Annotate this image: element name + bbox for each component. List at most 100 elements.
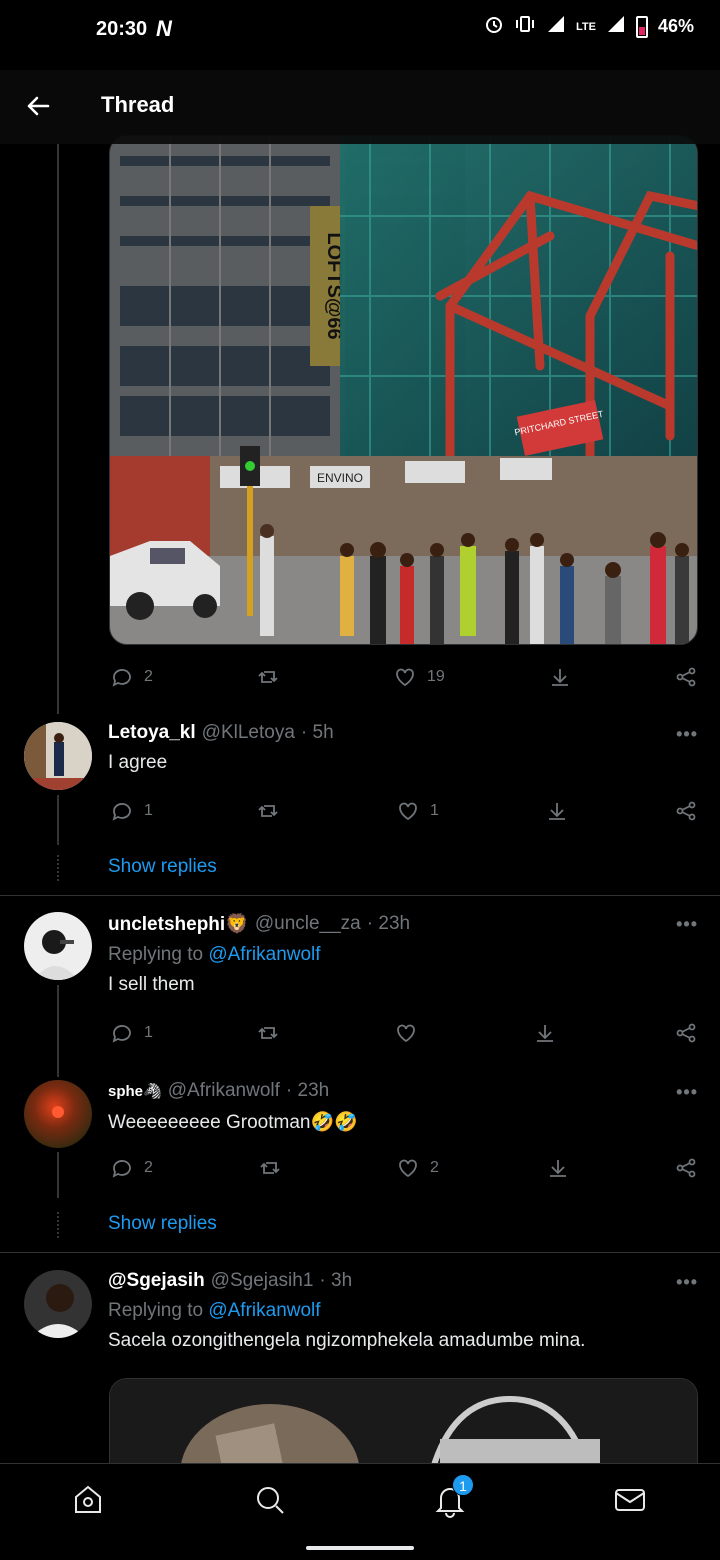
battery-percent: 46% (657, 16, 694, 36)
like-count: 1 (430, 802, 439, 819)
replying-to: Replying to @Afrikanwolf (108, 944, 698, 966)
main-tweet-actions: 2 19 (108, 662, 698, 692)
share-icon (676, 667, 696, 687)
more-share-button[interactable] (674, 799, 698, 823)
retweet-icon (258, 671, 278, 683)
reply-actions: 1 1 (108, 796, 698, 826)
replying-to: Replying to @Afrikanwolf (108, 1300, 698, 1322)
more-share-button[interactable] (674, 1156, 698, 1180)
download-icon (549, 803, 565, 820)
signal-icon (546, 14, 566, 39)
display-name[interactable]: sphe🦓 (108, 1082, 162, 1100)
reply-icon (112, 1160, 131, 1178)
share-button[interactable] (548, 665, 572, 689)
reply-button[interactable]: 1 (110, 1021, 153, 1045)
home-tab[interactable] (70, 1482, 110, 1522)
reply-tweet[interactable]: Letoya_kl @KlLetoya · 5h ••• I agree (108, 722, 698, 774)
like-button[interactable]: 1 (396, 799, 439, 823)
share-button[interactable] (546, 1156, 570, 1180)
retweet-icon (258, 805, 278, 817)
reply-count: 1 (144, 802, 153, 819)
like-button[interactable]: 2 (396, 1156, 439, 1180)
reply-icon (112, 1025, 131, 1043)
battery-icon (635, 15, 648, 38)
heart-icon (399, 802, 417, 821)
carrier-icon: N (156, 16, 172, 41)
reply-icon (112, 803, 131, 821)
retweet-button[interactable] (256, 665, 280, 689)
tweet-text: Sacela ozongithengela ngizomphekela amad… (108, 1330, 586, 1351)
messages-tab[interactable] (612, 1482, 652, 1522)
more-options-icon[interactable]: ••• (676, 914, 698, 935)
mention-link[interactable]: @Afrikanwolf (208, 944, 320, 965)
timestamp: · 23h (366, 913, 411, 934)
mention-link[interactable]: @Afrikanwolf (208, 1300, 320, 1321)
home-icon (75, 1485, 101, 1513)
thread-header: Thread (0, 70, 720, 144)
reply-count: 2 (144, 668, 153, 685)
timestamp: · 3h (319, 1270, 353, 1291)
display-name[interactable]: @Sgejasih (108, 1270, 205, 1292)
download-icon (550, 1160, 566, 1177)
heart-icon (396, 668, 414, 687)
tweet-text: I sell them (108, 974, 195, 995)
share-button[interactable] (545, 799, 569, 823)
show-replies-link[interactable]: Show replies (108, 1213, 217, 1235)
alarm-icon (484, 14, 504, 39)
reply-tweet[interactable]: uncletshephi🦁 @uncle__za · 23h ••• Reply… (108, 912, 698, 996)
status-bar: 20:30 N LTE 46% (0, 0, 720, 62)
timestamp: · 23h (285, 1080, 330, 1101)
more-share-button[interactable] (674, 1021, 698, 1045)
replying-to-label: Replying to (108, 944, 204, 965)
thread-line (57, 144, 59, 714)
envino-sign: ENVINO (317, 471, 363, 485)
retweet-button[interactable] (258, 1156, 282, 1180)
avatar[interactable] (24, 722, 92, 790)
mail-icon (615, 1489, 645, 1511)
more-share-button[interactable] (674, 665, 698, 689)
display-name[interactable]: uncletshephi🦁 (108, 912, 249, 936)
thread-line (57, 795, 59, 845)
page-title: Thread (101, 92, 175, 117)
retweet-button[interactable] (256, 799, 280, 823)
home-indicator[interactable] (306, 1546, 414, 1550)
like-count: 2 (430, 1159, 439, 1176)
download-icon (537, 1025, 553, 1042)
share-button[interactable] (533, 1021, 557, 1045)
show-replies-link[interactable]: Show replies (108, 856, 217, 878)
share-icon (676, 1158, 696, 1178)
reply-tweet[interactable]: sphe🦓 @Afrikanwolf · 23h ••• Weeeeeeeee … (108, 1080, 698, 1134)
reply-actions: 1 (108, 1018, 698, 1048)
back-arrow-icon[interactable] (22, 90, 54, 122)
retweet-button[interactable] (256, 1021, 280, 1045)
retweet-icon (258, 1027, 278, 1039)
tweet-text: Weeeeeeeee Grootman🤣🤣 (108, 1112, 358, 1133)
timestamp: · 5h (300, 722, 334, 743)
reply-count: 1 (144, 1024, 153, 1041)
vibrate-icon (514, 14, 536, 39)
tweet-photo[interactable]: LOFTS@66 PRITCHARD STREET ENVINO (109, 135, 698, 645)
like-button[interactable]: 19 (393, 665, 445, 689)
search-tab[interactable] (252, 1482, 292, 1522)
share-icon (676, 801, 696, 821)
reply-tweet[interactable]: @Sgejasih @Sgejasih1 · 3h ••• Replying t… (108, 1270, 698, 1352)
replying-to-label: Replying to (108, 1300, 204, 1321)
network-type: LTE (576, 20, 596, 33)
display-name[interactable]: Letoya_kl (108, 722, 196, 744)
avatar[interactable] (24, 1270, 92, 1338)
reply-button[interactable]: 1 (110, 799, 153, 823)
divider (0, 895, 720, 896)
more-options-icon[interactable]: ••• (676, 1272, 698, 1293)
like-button[interactable] (394, 1021, 418, 1045)
user-handle: @uncle__za (254, 913, 361, 934)
reply-button[interactable]: 2 (110, 665, 153, 689)
retweet-icon (260, 1162, 280, 1174)
download-icon (552, 669, 568, 686)
heart-icon (399, 1159, 417, 1178)
more-options-icon[interactable]: ••• (676, 1082, 698, 1103)
notification-badge: 1 (452, 1474, 474, 1496)
more-options-icon[interactable]: ••• (676, 724, 698, 745)
avatar[interactable] (24, 912, 92, 980)
reply-button[interactable]: 2 (110, 1156, 153, 1180)
avatar[interactable] (24, 1080, 92, 1148)
